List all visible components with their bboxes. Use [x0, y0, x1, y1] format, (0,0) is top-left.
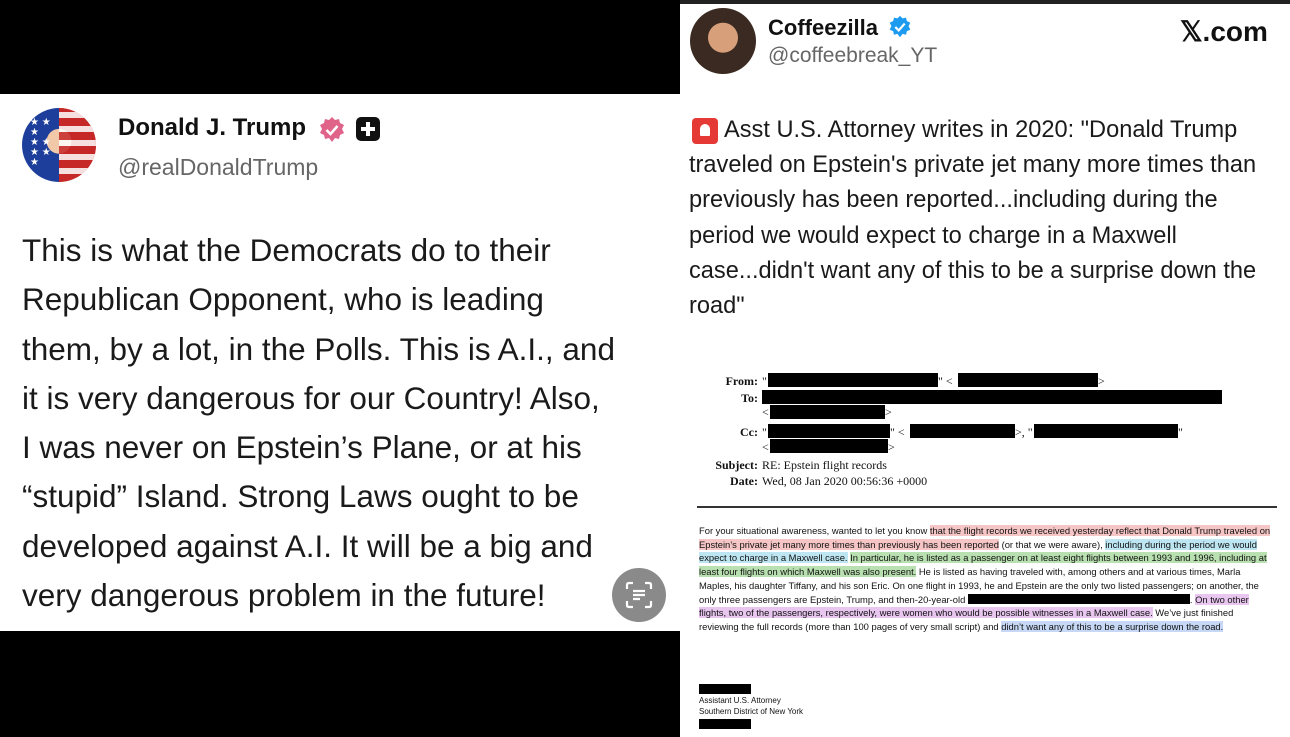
- subject-value: RE: Epstein flight records: [762, 458, 887, 472]
- redaction: [958, 373, 1098, 387]
- document-body: For your situational awareness, wanted t…: [699, 524, 1273, 634]
- signature-title: Assistant U.S. Attorney: [699, 696, 781, 705]
- body-text: For your situational awareness, wanted t…: [699, 525, 930, 536]
- date-value: Wed, 08 Jan 2020 00:56:36 +0000: [762, 474, 928, 488]
- from-quote: " <: [938, 374, 953, 388]
- body-text: (or that we were aware),: [998, 538, 1106, 550]
- to-label: To:: [741, 391, 758, 405]
- cc-quote: ": [1178, 425, 1183, 439]
- redaction: [699, 719, 751, 729]
- from-label: From:: [725, 374, 758, 388]
- plus-badge-icon: [356, 117, 380, 141]
- cc-label: Cc:: [740, 425, 758, 439]
- redaction: [762, 390, 1222, 404]
- redaction: [768, 424, 890, 438]
- top-border: [680, 0, 1290, 4]
- x-com-logo: 𝕏.com: [1180, 16, 1268, 47]
- date-label: Date:: [730, 474, 758, 488]
- redaction: [770, 439, 888, 453]
- from-bracket: >: [1098, 374, 1105, 388]
- coffeezilla-display-name[interactable]: Coffeezilla: [768, 15, 878, 41]
- redaction: [967, 593, 1190, 604]
- cc-quote: ": [762, 425, 767, 439]
- text-scan-icon: [625, 581, 653, 609]
- redaction: [1034, 424, 1178, 438]
- redaction: [910, 424, 1015, 438]
- subject-label: Subject:: [715, 458, 758, 472]
- redaction: [768, 373, 938, 387]
- cc-quote: " <: [890, 425, 905, 439]
- to-bracket: >: [885, 405, 892, 419]
- coffeezilla-post-text: Asst U.S. Attorney writes in 2020: "Dona…: [689, 117, 1257, 320]
- signature-office: Southern District of New York: [699, 707, 804, 716]
- highlight-blue: didn’t want any of this to be a surprise…: [1001, 620, 1224, 632]
- to-bracket: <: [762, 405, 769, 419]
- redaction: [770, 405, 885, 419]
- from-quote: ": [762, 374, 767, 388]
- coffeezilla-avatar[interactable]: [690, 8, 756, 74]
- black-bar-bottom: [0, 631, 680, 737]
- trump-handle[interactable]: @realDonaldTrump: [118, 154, 318, 181]
- cc-bracket: >: [888, 440, 895, 454]
- trump-post-text: This is what the Democrats do to their R…: [22, 232, 615, 614]
- redaction: [699, 684, 751, 694]
- cc-bracket: <: [762, 440, 769, 454]
- cc-sep: >, ": [1015, 425, 1033, 439]
- document-divider: [697, 506, 1277, 508]
- text-scan-button[interactable]: [612, 568, 666, 622]
- trump-avatar[interactable]: ★ ★ ★ ★ ★ ★ ★ ★: [22, 108, 96, 182]
- coffeezilla-handle[interactable]: @coffeebreak_YT: [768, 44, 937, 68]
- verified-badge-icon: [889, 15, 911, 38]
- black-bar-top: [0, 0, 680, 94]
- verified-badge-icon: [320, 117, 344, 142]
- trump-display-name[interactable]: Donald J. Trump: [118, 114, 306, 142]
